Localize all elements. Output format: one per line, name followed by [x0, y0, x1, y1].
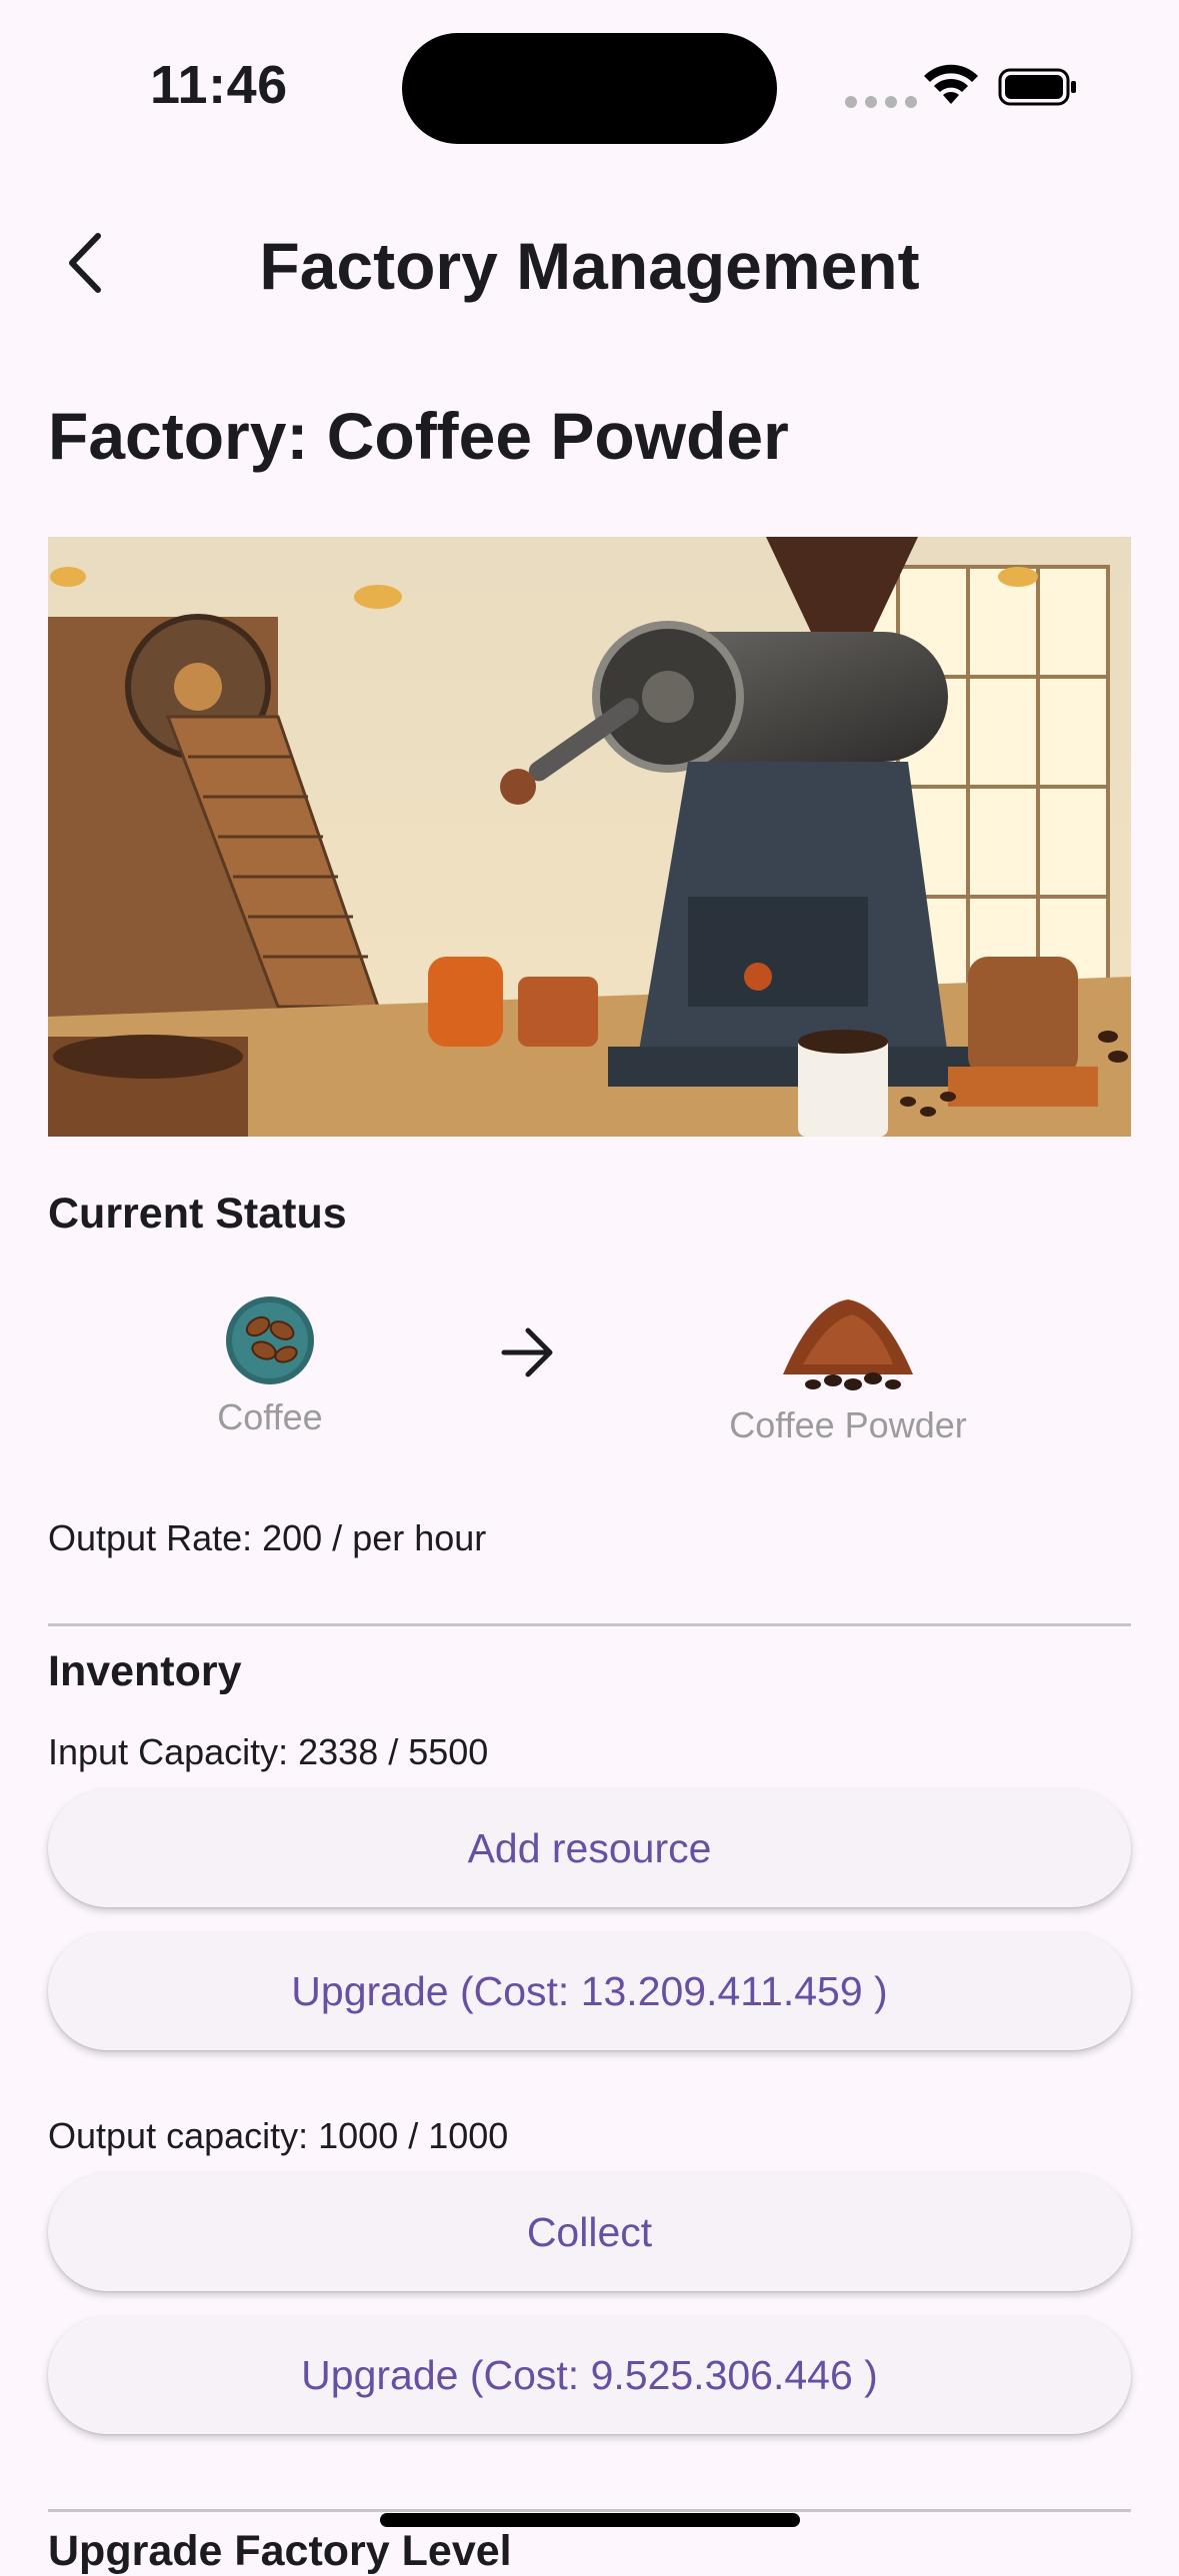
upgrade-factory-level-heading: Upgrade Factory Level	[48, 2527, 512, 2575]
current-status-heading: Current Status	[48, 1190, 347, 1238]
inventory-heading: Inventory	[48, 1647, 242, 1695]
factory-image	[48, 537, 1131, 1137]
upgrade-input-capacity-button[interactable]: Upgrade (Cost: 13.209.411.459 )	[48, 1932, 1131, 2050]
output-capacity-text: Output capacity: 1000 / 1000	[48, 2115, 509, 2156]
output-rate-text: Output Rate: 200 / per hour	[48, 1517, 487, 1558]
divider	[48, 1623, 1131, 1626]
divider	[48, 2509, 1131, 2512]
status-time: 11:46	[150, 55, 288, 115]
input-capacity-text: Input Capacity: 2338 / 5500	[48, 1731, 489, 1772]
battery-icon	[998, 68, 1076, 106]
page-title: Factory: Coffee Powder	[48, 399, 789, 473]
input-resource: Coffee	[170, 1294, 370, 1438]
home-indicator[interactable]	[380, 2513, 800, 2527]
cellular-signal-icon	[845, 96, 917, 108]
input-resource-label: Coffee	[217, 1396, 323, 1437]
app-bar: Factory Management	[0, 200, 1179, 320]
dynamic-island	[402, 33, 777, 144]
output-resource-label: Coffee Powder	[729, 1404, 967, 1445]
upgrade-output-capacity-button[interactable]: Upgrade (Cost: 9.525.306.446 )	[48, 2316, 1131, 2434]
add-resource-button[interactable]: Add resource	[48, 1789, 1131, 1907]
app-bar-title: Factory Management	[259, 229, 920, 303]
arrow-right-icon	[501, 1327, 553, 1377]
output-resource: Coffee Powder	[698, 1285, 998, 1446]
collect-button[interactable]: Collect	[48, 2173, 1131, 2291]
coffee-beans-icon	[226, 1296, 314, 1384]
coffee-powder-icon	[783, 1299, 913, 1390]
status-bar: 11:46	[0, 0, 1179, 170]
wifi-icon	[924, 64, 978, 104]
resource-flow: Coffee Coffee Powder	[0, 1285, 1179, 1464]
